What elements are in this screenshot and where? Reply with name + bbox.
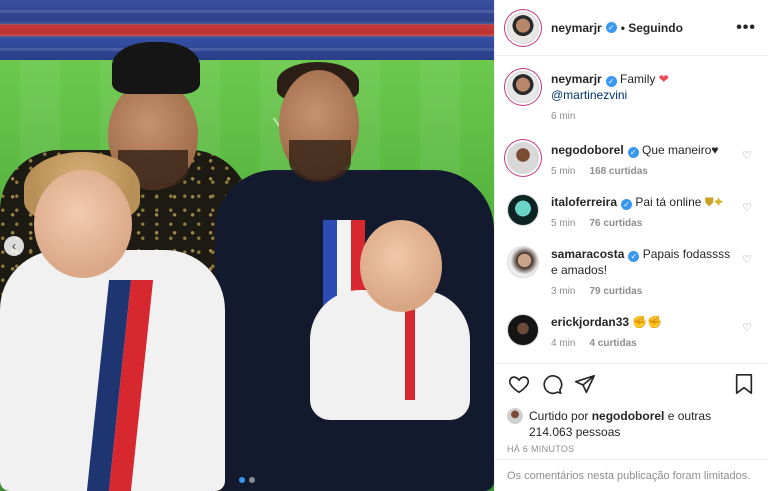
comment-avatar[interactable]: [507, 194, 539, 226]
comment-text: Que maneiro♥: [642, 143, 719, 157]
comments-list: neymarjr ✓ Family ❤ @martinezvini 6 min n…: [495, 57, 768, 363]
comment-username[interactable]: erickjordan33: [551, 315, 629, 329]
post-details-panel: neymarjr ✓ • Seguindo ••• neymarjr ✓ Fami…: [494, 0, 768, 491]
kid: [0, 150, 230, 491]
comment-item: erickjordan33 ✊✊ 4 min 4 curtidas ♡: [507, 314, 756, 349]
like-comment-heart-icon[interactable]: ♡: [742, 254, 754, 266]
baby: [310, 220, 480, 491]
liked-by[interactable]: Curtido por negodoborel e outras 214.063…: [507, 408, 756, 440]
comment-avatar[interactable]: [507, 142, 539, 174]
carousel-dot-2: [249, 477, 255, 483]
post-actions: Curtido por negodoborel e outras 214.063…: [495, 363, 768, 454]
comment-avatar[interactable]: [507, 314, 539, 346]
like-comment-heart-icon[interactable]: ♡: [742, 150, 754, 162]
comment-username[interactable]: samaracosta: [551, 247, 624, 261]
author-username[interactable]: neymarjr: [551, 21, 602, 35]
like-comment-heart-icon[interactable]: ♡: [742, 202, 754, 214]
post-timestamp[interactable]: HÁ 6 MINUTOS: [507, 444, 756, 454]
sparkle-emoji-icon: ✦: [713, 195, 724, 209]
verified-badge-icon: ✓: [628, 251, 640, 262]
carousel-indicator: [0, 477, 494, 483]
comment-time[interactable]: 3 min: [551, 286, 575, 297]
comment-likes[interactable]: 76 curtidas: [589, 218, 642, 229]
caption-username[interactable]: neymarjr: [551, 72, 602, 86]
author-avatar[interactable]: [507, 11, 539, 44]
post-header: neymarjr ✓ • Seguindo •••: [495, 0, 768, 56]
comment-bubble-icon[interactable]: [540, 372, 564, 396]
liked-by-avatar: [507, 408, 523, 424]
comment-item: samaracosta ✓ Papais fodassss e amados! 3…: [507, 246, 756, 297]
comment-avatar[interactable]: [507, 246, 539, 278]
comments-limited-notice: Os comentários nesta publicação foram li…: [495, 459, 768, 491]
follow-state[interactable]: • Seguindo: [621, 21, 683, 35]
clap-emoji-icon: ✊✊: [632, 315, 663, 329]
comment-username[interactable]: italoferreira: [551, 195, 617, 209]
verified-badge-icon: ✓: [605, 76, 617, 87]
carousel-dot-1: [239, 477, 245, 483]
comment-likes[interactable]: 79 curtidas: [589, 286, 642, 297]
comment-item: italoferreira ✓ Pai tá online ⛊✦ 5 min 76…: [507, 194, 756, 229]
liked-by-username[interactable]: negodoborel: [592, 409, 665, 423]
caption-time[interactable]: 6 min: [551, 111, 575, 122]
liked-by-prefix: Curtido por: [529, 409, 589, 423]
verified-badge-icon: ✓: [605, 22, 617, 33]
share-paper-plane-icon[interactable]: [573, 372, 597, 396]
caption-avatar[interactable]: [507, 71, 539, 103]
comment-text: Pai tá online: [635, 195, 702, 209]
caption: neymarjr ✓ Family ❤ @martinezvini 6 min: [507, 71, 756, 122]
more-options-button[interactable]: •••: [736, 19, 756, 37]
verified-badge-icon: ✓: [627, 147, 639, 158]
shield-emoji-icon: ⛊: [704, 195, 714, 209]
verified-badge-icon: ✓: [621, 199, 633, 210]
comment-time[interactable]: 4 min: [551, 338, 575, 349]
post-photo[interactable]: ‹: [0, 0, 494, 491]
comment-time[interactable]: 5 min: [551, 218, 575, 229]
comment-likes[interactable]: 4 curtidas: [589, 338, 636, 349]
comment-likes[interactable]: 168 curtidas: [589, 166, 647, 177]
carousel-prev-button[interactable]: ‹: [4, 236, 24, 256]
caption-mention[interactable]: @martinezvini: [551, 88, 627, 102]
red-heart-emoji-icon: ❤: [658, 72, 669, 86]
like-heart-icon[interactable]: [507, 372, 531, 396]
caption-text: Family: [620, 72, 656, 86]
comment-item: negodoborel ✓ Que maneiro♥ 5 min 168 curt…: [507, 142, 756, 177]
like-comment-heart-icon[interactable]: ♡: [742, 322, 754, 334]
chevron-left-icon: ‹: [12, 239, 16, 253]
follow-state-label: Seguindo: [628, 20, 683, 35]
comment-time[interactable]: 5 min: [551, 166, 575, 177]
save-bookmark-icon[interactable]: [732, 372, 756, 396]
comment-username[interactable]: negodoborel: [551, 143, 624, 157]
